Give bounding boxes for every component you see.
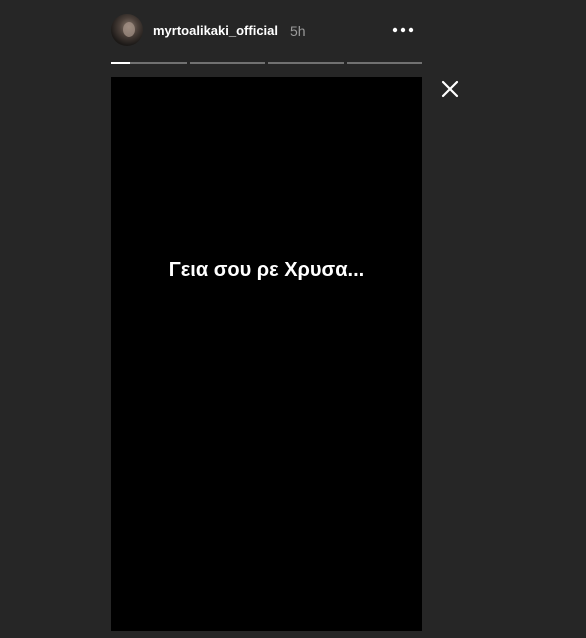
progress-fill xyxy=(111,62,130,64)
time-ago: 5h xyxy=(290,23,306,39)
story-header: myrtoalikaki_official 5h xyxy=(111,14,422,48)
story-content[interactable]: Γεια σου ρε Χρυσα... xyxy=(111,77,422,631)
close-button[interactable] xyxy=(440,79,460,99)
avatar-face xyxy=(123,22,135,37)
story-text: Γεια σου ρε Χρυσα... xyxy=(168,259,365,281)
avatar[interactable] xyxy=(111,14,143,46)
more-horizontal-icon xyxy=(392,27,414,33)
progress-segment xyxy=(346,62,422,64)
progress-segment xyxy=(189,62,265,64)
progress-segment xyxy=(268,62,344,64)
more-options-icon[interactable] xyxy=(391,22,415,38)
close-icon xyxy=(441,80,459,98)
story-progress-bar xyxy=(111,62,422,64)
progress-segment xyxy=(111,62,187,64)
username-link[interactable]: myrtoalikaki_official xyxy=(153,23,278,38)
story-viewer: myrtoalikaki_official 5h Γεια σου ρε Χρυ… xyxy=(0,0,586,638)
